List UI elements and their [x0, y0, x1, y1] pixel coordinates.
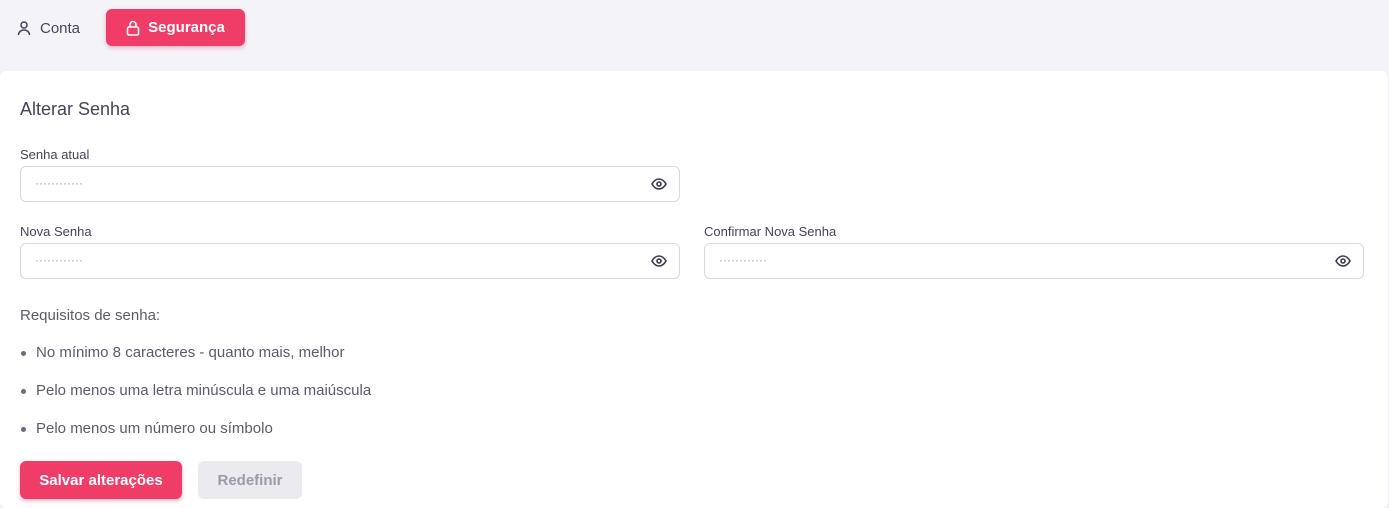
tab-conta[interactable]: Conta: [16, 12, 80, 44]
lock-icon: [126, 20, 140, 36]
reset-button[interactable]: Redefinir: [198, 461, 302, 499]
requirement-item: Pelo menos uma letra minúscula e uma mai…: [20, 381, 371, 419]
eye-icon[interactable]: [651, 255, 667, 267]
eye-icon[interactable]: [1335, 255, 1351, 267]
tab-conta-label: Conta: [40, 19, 81, 37]
current-password-label: Senha atual: [20, 147, 90, 162]
save-changes-button[interactable]: Salvar alterações: [20, 461, 182, 499]
confirm-password-value: ············: [719, 253, 767, 267]
new-password-field[interactable]: ············: [20, 243, 680, 279]
eye-icon[interactable]: [651, 178, 667, 190]
confirm-password-label: Confirmar Nova Senha: [704, 224, 837, 239]
requirement-item: Pelo menos um número ou símbolo: [20, 419, 371, 457]
tab-seguranca-label: Segurança: [148, 19, 225, 36]
tab-seguranca[interactable]: Segurança: [106, 9, 245, 46]
current-password-field[interactable]: ············: [20, 166, 680, 202]
new-password-label: Nova Senha: [20, 224, 92, 239]
new-password-value: ············: [35, 253, 83, 267]
confirm-password-field[interactable]: ············: [704, 243, 1364, 279]
requirements-list: No mínimo 8 caracteres - quanto mais, me…: [20, 343, 371, 457]
requirements-title: Requisitos de senha:: [20, 307, 161, 324]
card-title: Alterar Senha: [20, 99, 131, 119]
user-icon: [17, 21, 31, 36]
change-password-card: Alterar Senha Senha atual ············ N…: [0, 71, 1388, 508]
current-password-value: ············: [35, 176, 83, 190]
requirement-item: No mínimo 8 caracteres - quanto mais, me…: [20, 343, 371, 381]
tab-bar: Conta Segurança: [0, 0, 1389, 70]
